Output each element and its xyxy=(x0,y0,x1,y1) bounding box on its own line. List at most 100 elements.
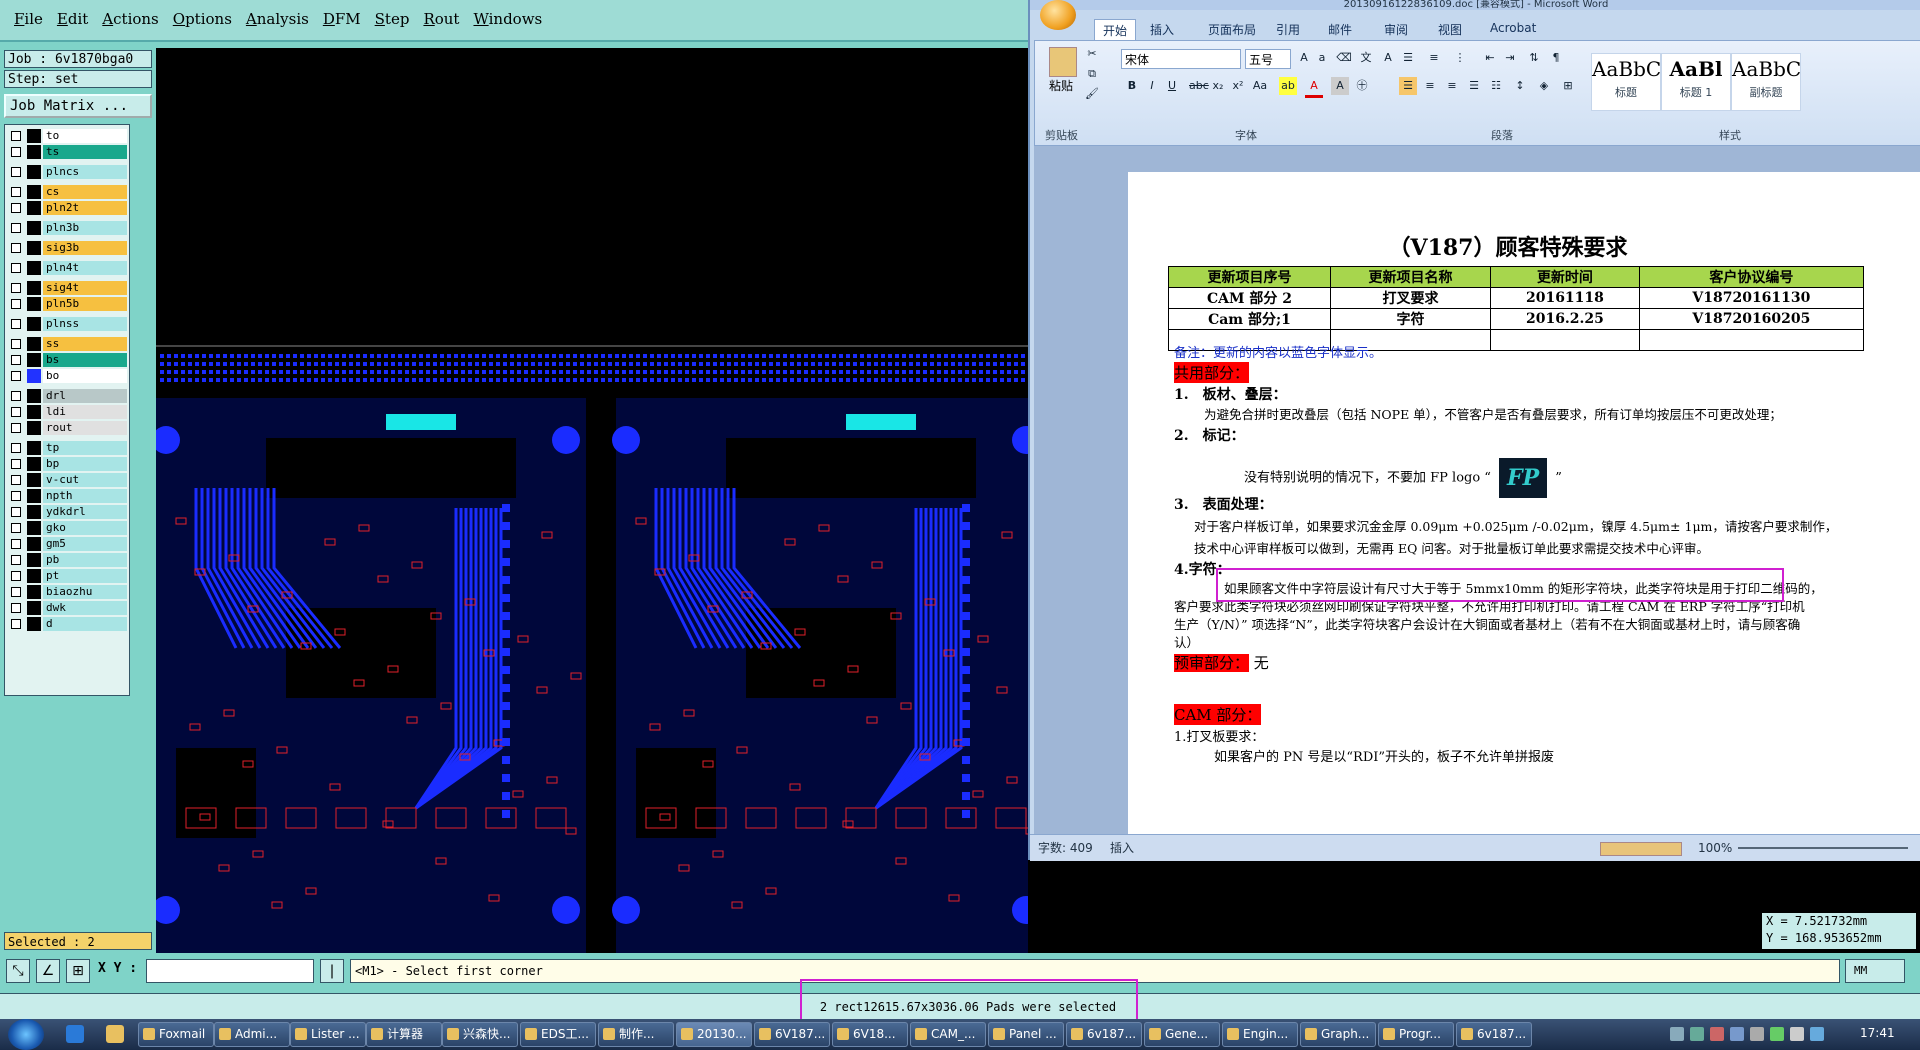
zoom-slider[interactable] xyxy=(1738,847,1908,849)
layer-row-gm5[interactable]: gm5 xyxy=(7,537,127,551)
layer-checkbox[interactable] xyxy=(11,571,21,581)
task-button[interactable]: 6v187... xyxy=(1066,1022,1142,1047)
layer-row-pln2t[interactable]: pln2t xyxy=(7,201,127,215)
layer-checkbox[interactable] xyxy=(11,371,21,381)
task-button[interactable]: Progr... xyxy=(1378,1022,1454,1047)
ribbon-tab[interactable]: 邮件 xyxy=(1328,21,1352,38)
layer-row-v-cut[interactable]: v-cut xyxy=(7,473,127,487)
task-button[interactable]: 制作... xyxy=(598,1022,674,1047)
italic-icon[interactable]: I xyxy=(1143,77,1161,95)
borders-icon[interactable]: ⊞ xyxy=(1559,77,1577,95)
layer-checkbox[interactable] xyxy=(11,407,21,417)
task-button[interactable]: Gene... xyxy=(1144,1022,1220,1047)
layer-row-ydkdrl[interactable]: ydkdrl xyxy=(7,505,127,519)
clock[interactable]: 17:41 xyxy=(1860,1026,1895,1040)
increase-indent-icon[interactable]: ⇥ xyxy=(1501,49,1519,67)
ribbon-tab[interactable]: 插入 xyxy=(1150,21,1174,38)
menu-actions[interactable]: Actions xyxy=(102,10,158,28)
layer-checkbox[interactable] xyxy=(11,263,21,273)
layer-row-pln5b[interactable]: pln5b xyxy=(7,297,127,311)
zoom-level[interactable]: 100% xyxy=(1698,835,1732,861)
layer-checkbox[interactable] xyxy=(11,491,21,501)
ribbon-tab[interactable]: Acrobat xyxy=(1490,21,1536,35)
view-buttons[interactable] xyxy=(1600,842,1682,856)
layer-checkbox[interactable] xyxy=(11,243,21,253)
sort-icon[interactable]: ⇅ xyxy=(1525,49,1543,67)
layer-checkbox[interactable] xyxy=(11,587,21,597)
show-marks-icon[interactable]: ¶ xyxy=(1547,49,1565,67)
layer-row-npth[interactable]: npth xyxy=(7,489,127,503)
layer-row-dwk[interactable]: dwk xyxy=(7,601,127,615)
enclose-char-icon[interactable]: ㊉ xyxy=(1353,77,1371,95)
layer-row-drl[interactable]: drl xyxy=(7,389,127,403)
job-matrix-button[interactable]: Job Matrix ... xyxy=(4,94,152,118)
ribbon-tab[interactable]: 开始 xyxy=(1094,19,1137,42)
menu-rout[interactable]: Rout xyxy=(423,10,459,28)
layer-checkbox[interactable] xyxy=(11,355,21,365)
start-button[interactable] xyxy=(8,1019,44,1050)
task-button[interactable]: Panel ... xyxy=(988,1022,1064,1047)
speaker-icon[interactable] xyxy=(1790,1027,1804,1041)
layer-checkbox[interactable] xyxy=(11,507,21,517)
menu-windows[interactable]: Windows xyxy=(473,10,542,28)
layer-checkbox[interactable] xyxy=(11,203,21,213)
align-left-icon[interactable]: ☰ xyxy=(1399,77,1417,95)
ie-icon[interactable] xyxy=(66,1025,84,1043)
units-button[interactable]: MM xyxy=(1845,959,1905,983)
style-heading1[interactable]: AaBl 标题 1 xyxy=(1661,53,1731,111)
bold-icon[interactable]: B xyxy=(1123,77,1141,95)
task-button[interactable]: Foxmail xyxy=(138,1022,214,1047)
font-size-select[interactable]: 五号 xyxy=(1245,49,1291,69)
measure-tool-button[interactable]: ∠ xyxy=(36,959,60,983)
layer-checkbox[interactable] xyxy=(11,475,21,485)
layer-row-pb[interactable]: pb xyxy=(7,553,127,567)
strikethrough-icon[interactable]: abc xyxy=(1189,77,1209,95)
shading-icon[interactable]: ◈ xyxy=(1535,77,1553,95)
snap-tool-button[interactable]: ⤡ xyxy=(6,959,30,983)
format-painter-icon[interactable]: 🖌 xyxy=(1083,85,1101,103)
distributed-icon[interactable]: ☷ xyxy=(1487,77,1505,95)
phonetic-icon[interactable]: 文 xyxy=(1357,49,1375,67)
cut-icon[interactable]: ✂ xyxy=(1083,45,1101,63)
layer-checkbox[interactable] xyxy=(11,167,21,177)
menu-file[interactable]: File xyxy=(14,10,43,28)
change-case-icon[interactable]: Aa xyxy=(1251,77,1269,95)
layer-row-pt[interactable]: pt xyxy=(7,569,127,583)
ribbon-tab[interactable]: 引用 xyxy=(1276,21,1300,38)
decrease-indent-icon[interactable]: ⇤ xyxy=(1481,49,1499,67)
layer-checkbox[interactable] xyxy=(11,299,21,309)
ribbon-tab[interactable]: 页面布局 xyxy=(1208,21,1256,38)
task-button[interactable]: Engin... xyxy=(1222,1022,1298,1047)
layer-row-ss[interactable]: ss xyxy=(7,337,127,351)
word-count[interactable]: 字数: 409 xyxy=(1038,835,1093,861)
layer-checkbox[interactable] xyxy=(11,555,21,565)
layer-checkbox[interactable] xyxy=(11,223,21,233)
align-right-icon[interactable]: ≡ xyxy=(1443,77,1461,95)
layer-row-to[interactable]: to xyxy=(7,129,127,143)
menu-options[interactable]: Options xyxy=(173,10,232,28)
layer-row-bp[interactable]: bp xyxy=(7,457,127,471)
layer-checkbox[interactable] xyxy=(11,147,21,157)
task-button[interactable]: Admi... xyxy=(214,1022,290,1047)
multilevel-list-icon[interactable]: ⋮ xyxy=(1451,49,1469,67)
layer-checkbox[interactable] xyxy=(11,523,21,533)
layer-row-plncs[interactable]: plncs xyxy=(7,165,127,179)
task-button[interactable]: 6v187... xyxy=(1456,1022,1532,1047)
task-button[interactable]: EDS工... xyxy=(520,1022,596,1047)
line-spacing-icon[interactable]: ↕ xyxy=(1511,77,1529,95)
layer-checkbox[interactable] xyxy=(11,443,21,453)
tray-icon[interactable] xyxy=(1670,1027,1684,1041)
layer-row-pln3b[interactable]: pln3b xyxy=(7,221,127,235)
grid-tool-button[interactable]: ⊞ xyxy=(66,959,90,983)
layer-checkbox[interactable] xyxy=(11,187,21,197)
network-icon[interactable] xyxy=(1810,1027,1824,1041)
layer-row-rout[interactable]: rout xyxy=(7,421,127,435)
layer-row-sig3b[interactable]: sig3b xyxy=(7,241,127,255)
layer-row-tp[interactable]: tp xyxy=(7,441,127,455)
pcb-canvas[interactable] xyxy=(156,48,1028,953)
grow-font-icon[interactable]: A xyxy=(1295,49,1313,67)
layer-row-gko[interactable]: gko xyxy=(7,521,127,535)
insert-mode[interactable]: 插入 xyxy=(1110,835,1134,861)
menu-analysis[interactable]: Analysis xyxy=(246,10,309,28)
menu-dfm[interactable]: DFM xyxy=(323,10,361,28)
